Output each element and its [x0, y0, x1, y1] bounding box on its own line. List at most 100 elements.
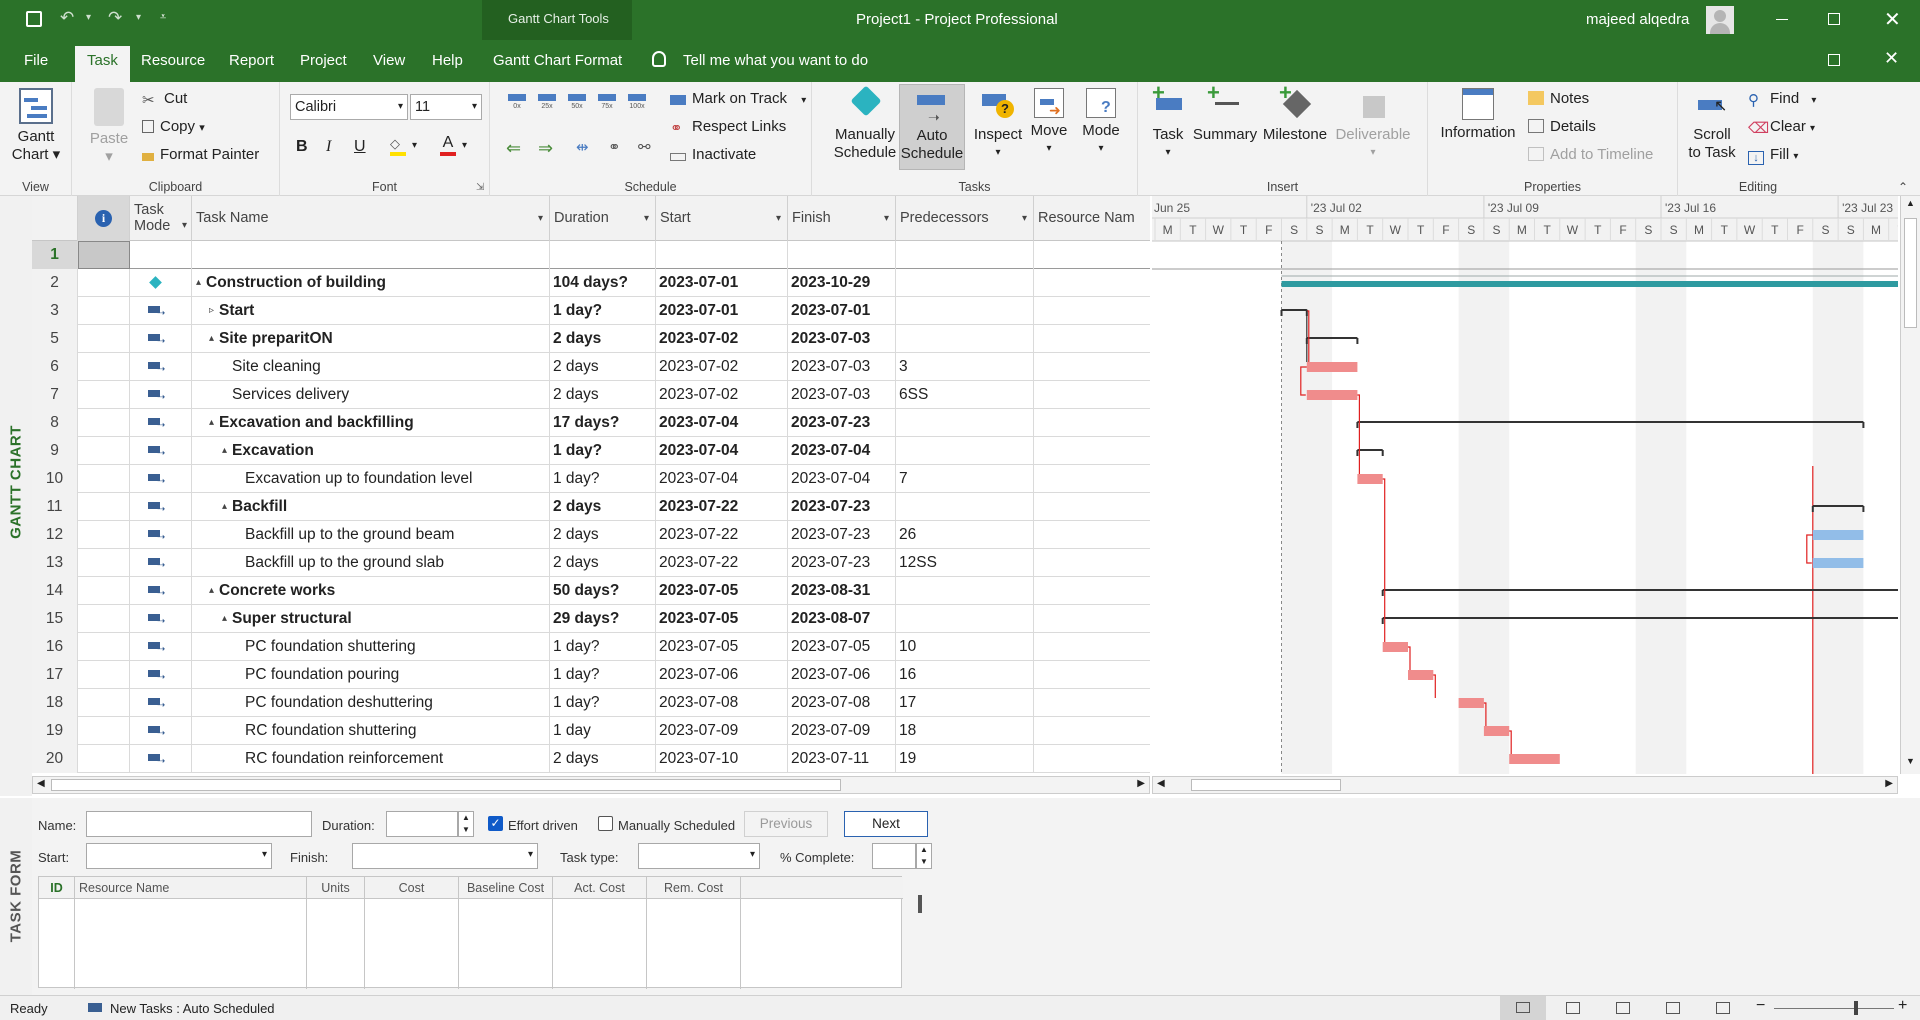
task-bar[interactable] [1509, 754, 1560, 764]
table-row[interactable]: 1 [32, 241, 1150, 269]
zoom-slider-thumb[interactable] [1854, 1001, 1858, 1015]
finish-cell[interactable]: 2023-07-11 [788, 745, 896, 773]
predecessors-cell[interactable] [896, 577, 1034, 605]
duration-cell[interactable]: 1 day? [550, 297, 656, 325]
task-name-cell[interactable]: Services delivery [192, 381, 550, 409]
finish-field[interactable]: ▾ [352, 843, 538, 869]
percent-complete-spinner[interactable]: ▲ ▼ [916, 843, 932, 869]
task-mode-cell[interactable]: ➝ [130, 745, 192, 773]
row-id-cell[interactable]: 5 [32, 325, 78, 353]
predecessors-cell[interactable]: 19 [896, 745, 1034, 773]
copy-button[interactable]: Copy ▾ [142, 118, 205, 135]
finish-dropdown-icon[interactable]: ▾ [528, 849, 533, 860]
indicator-cell[interactable] [78, 689, 130, 717]
resource-names-cell[interactable] [1034, 717, 1150, 745]
resource-names-cell[interactable] [1034, 241, 1150, 269]
task-type-dropdown-icon[interactable]: ▾ [750, 849, 755, 860]
indicator-cell[interactable] [78, 605, 130, 633]
zoom-out-icon[interactable]: − [1756, 997, 1765, 1015]
predecessors-cell[interactable] [896, 325, 1034, 353]
move-button[interactable]: ➜ Move ▾ [1024, 88, 1074, 158]
task-name-cell[interactable]: ▴ Excavation and backfilling [192, 409, 550, 437]
form-scroll-thumb[interactable] [918, 895, 922, 913]
next-button[interactable]: Next [844, 811, 928, 837]
row-id-cell[interactable]: 6 [32, 353, 78, 381]
finish-cell[interactable]: 2023-07-03 [788, 381, 896, 409]
tab-file[interactable]: File [24, 52, 48, 69]
resource-sheet-shortcut-icon[interactable] [1666, 1002, 1680, 1014]
task-name-cell[interactable]: Backfill up to the ground beam [192, 521, 550, 549]
undo-dropdown-icon[interactable]: ▾ [86, 12, 91, 23]
clear-button[interactable]: ⌫Clear ▾ [1748, 118, 1815, 137]
indicator-cell[interactable] [78, 297, 130, 325]
percent-complete-field[interactable] [872, 843, 916, 869]
row-id-cell[interactable]: 12 [32, 521, 78, 549]
table-row[interactable]: 15 ➝ ▴ Super structural 29 days? 2023-07-05 20… [32, 605, 1150, 633]
predecessors-cell[interactable]: 10 [896, 633, 1034, 661]
finish-cell[interactable]: 2023-07-23 [788, 409, 896, 437]
add-to-timeline-button[interactable]: Add to Timeline [1528, 146, 1653, 163]
paste-button[interactable]: Paste ▾ [86, 88, 132, 166]
table-row[interactable]: 18 ➝ PC foundation deshuttering 1 day? 2023-… [32, 689, 1150, 717]
row-id-cell[interactable]: 14 [32, 577, 78, 605]
select-all-cell[interactable] [32, 196, 78, 241]
tell-me-search[interactable]: Tell me what you want to do [683, 52, 868, 69]
insert-milestone-button[interactable]: + Milestone [1260, 82, 1330, 144]
previous-button[interactable]: Previous [744, 811, 828, 837]
task-mode-cell[interactable]: ➝ [130, 381, 192, 409]
task-bar[interactable] [1812, 558, 1864, 568]
table-row[interactable]: 5 ➝ ▴ Site preparitON 2 days 2023-07-02 2023-0… [32, 325, 1150, 353]
scroll-up-icon[interactable]: ▲ [1906, 198, 1915, 208]
inspect-button[interactable]: ? Inspect ▾ [972, 88, 1024, 162]
task-name-cell[interactable]: ▴ Super structural [192, 605, 550, 633]
tab-help[interactable]: Help [432, 52, 463, 69]
sheet-scroll-thumb[interactable] [51, 779, 841, 791]
table-row[interactable]: 16 ➝ PC foundation shuttering 1 day? 2023-07… [32, 633, 1150, 661]
scroll-to-task-button[interactable]: ↖ Scroll to Task [1680, 88, 1744, 162]
predecessors-cell[interactable]: 16 [896, 661, 1034, 689]
duration-cell[interactable]: 2 days [550, 381, 656, 409]
scroll-thumb[interactable] [1904, 218, 1917, 328]
duration-cell[interactable]: 1 day? [550, 633, 656, 661]
start-cell[interactable]: 2023-07-04 [656, 465, 788, 493]
predecessors-cell[interactable]: 7 [896, 465, 1034, 493]
indicators-header[interactable]: i [78, 196, 130, 241]
resource-table-header-cell[interactable]: Rem. Cost [647, 877, 741, 899]
finish-cell[interactable]: 2023-07-05 [788, 633, 896, 661]
predecessors-cell[interactable]: 18 [896, 717, 1034, 745]
duration-cell[interactable]: 1 day? [550, 465, 656, 493]
duration-field[interactable] [386, 811, 458, 837]
duration-cell[interactable]: 2 days [550, 745, 656, 773]
task-name-cell[interactable]: PC foundation pouring [192, 661, 550, 689]
task-name-cell[interactable]: RC foundation shuttering [192, 717, 550, 745]
percent-complete-button[interactable]: 0x [506, 92, 528, 122]
predecessors-cell[interactable]: 12SS [896, 549, 1034, 577]
highlight-color-icon[interactable]: ◇ [390, 136, 406, 156]
start-dropdown-icon[interactable]: ▾ [262, 849, 267, 860]
finish-cell[interactable]: 2023-07-23 [788, 493, 896, 521]
predecessors-cell[interactable] [896, 493, 1034, 521]
indicator-cell[interactable] [78, 745, 130, 773]
table-row[interactable]: 19 ➝ RC foundation shuttering 1 day 2023-07-… [32, 717, 1150, 745]
team-planner-shortcut-icon[interactable] [1616, 1002, 1630, 1014]
font-size-select[interactable]: 11 ▾ [410, 94, 482, 120]
finish-cell[interactable]: 2023-07-09 [788, 717, 896, 745]
predecessors-cell[interactable] [896, 409, 1034, 437]
predecessors-cell[interactable]: 3 [896, 353, 1034, 381]
task-mode-cell[interactable] [130, 269, 192, 297]
task-bar[interactable] [1408, 670, 1434, 680]
resource-names-cell[interactable] [1034, 409, 1150, 437]
resource-table-header-cell[interactable]: Cost [365, 877, 459, 899]
table-row[interactable]: 12 ➝ Backfill up to the ground beam 2 days 2… [32, 521, 1150, 549]
resource-names-cell[interactable] [1034, 437, 1150, 465]
task-bar[interactable] [1483, 726, 1510, 736]
notes-button[interactable]: Notes [1528, 90, 1589, 107]
finish-cell[interactable]: 2023-07-03 [788, 353, 896, 381]
indicator-cell[interactable] [78, 577, 130, 605]
duration-cell[interactable]: 1 day? [550, 437, 656, 465]
resource-names-cell[interactable] [1034, 745, 1150, 773]
fill-button[interactable]: ↓ Fill ▾ [1748, 146, 1798, 165]
task-mode-cell[interactable]: ➝ [130, 717, 192, 745]
finish-filter-icon[interactable]: ▾ [884, 196, 889, 241]
row-id-cell[interactable]: 13 [32, 549, 78, 577]
